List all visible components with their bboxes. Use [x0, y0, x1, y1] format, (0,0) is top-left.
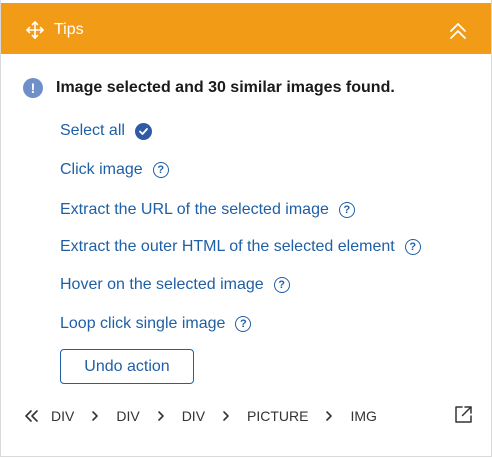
- check-icon: [134, 122, 152, 140]
- help-icon[interactable]: ?: [273, 277, 290, 293]
- loop-click-action[interactable]: Loop click single image ?: [60, 313, 252, 335]
- undo-action-button[interactable]: Undo action: [60, 349, 194, 384]
- breadcrumb-item[interactable]: DIV: [182, 408, 205, 424]
- breadcrumb-item[interactable]: PICTURE: [247, 408, 308, 424]
- action-label: Click image: [60, 161, 143, 178]
- extract-outer-html-action[interactable]: Extract the outer HTML of the selected e…: [60, 236, 421, 258]
- chevron-right-icon: [92, 411, 99, 421]
- breadcrumb: DIV DIV DIV PICTURE IMG: [23, 404, 377, 428]
- collapse-icon[interactable]: [447, 20, 469, 42]
- double-chevron-left-icon[interactable]: [23, 408, 41, 424]
- select-all-action[interactable]: Select all: [60, 120, 152, 142]
- help-icon[interactable]: ?: [235, 316, 252, 332]
- help-icon[interactable]: ?: [338, 202, 355, 218]
- breadcrumb-item[interactable]: DIV: [51, 408, 74, 424]
- help-icon[interactable]: ?: [152, 162, 169, 178]
- tips-panel: Tips ! Image selected and 30 similar ima…: [0, 0, 492, 457]
- action-label: Select all: [60, 122, 125, 139]
- chevron-right-icon: [326, 411, 333, 421]
- action-label: Hover on the selected image: [60, 276, 264, 293]
- status-message: Image selected and 30 similar images fou…: [56, 79, 395, 96]
- help-icon[interactable]: ?: [404, 239, 421, 255]
- hover-image-action[interactable]: Hover on the selected image ?: [60, 274, 290, 296]
- extract-url-action[interactable]: Extract the URL of the selected image ?: [60, 199, 355, 221]
- action-label: Loop click single image: [60, 315, 226, 332]
- action-label: Extract the outer HTML of the selected e…: [60, 238, 395, 255]
- action-label: Extract the URL of the selected image: [60, 201, 329, 218]
- status-message-row: ! Image selected and 30 similar images f…: [23, 77, 395, 99]
- move-icon[interactable]: [25, 20, 45, 40]
- chevron-right-icon: [157, 411, 164, 421]
- breadcrumb-item[interactable]: DIV: [116, 408, 139, 424]
- tips-header: Tips: [1, 3, 491, 54]
- tips-title: Tips: [54, 21, 84, 38]
- open-external-icon[interactable]: [454, 405, 473, 424]
- breadcrumb-item[interactable]: IMG: [350, 408, 376, 424]
- info-icon: !: [23, 78, 43, 98]
- click-image-action[interactable]: Click image ?: [60, 159, 169, 181]
- chevron-right-icon: [223, 411, 229, 421]
